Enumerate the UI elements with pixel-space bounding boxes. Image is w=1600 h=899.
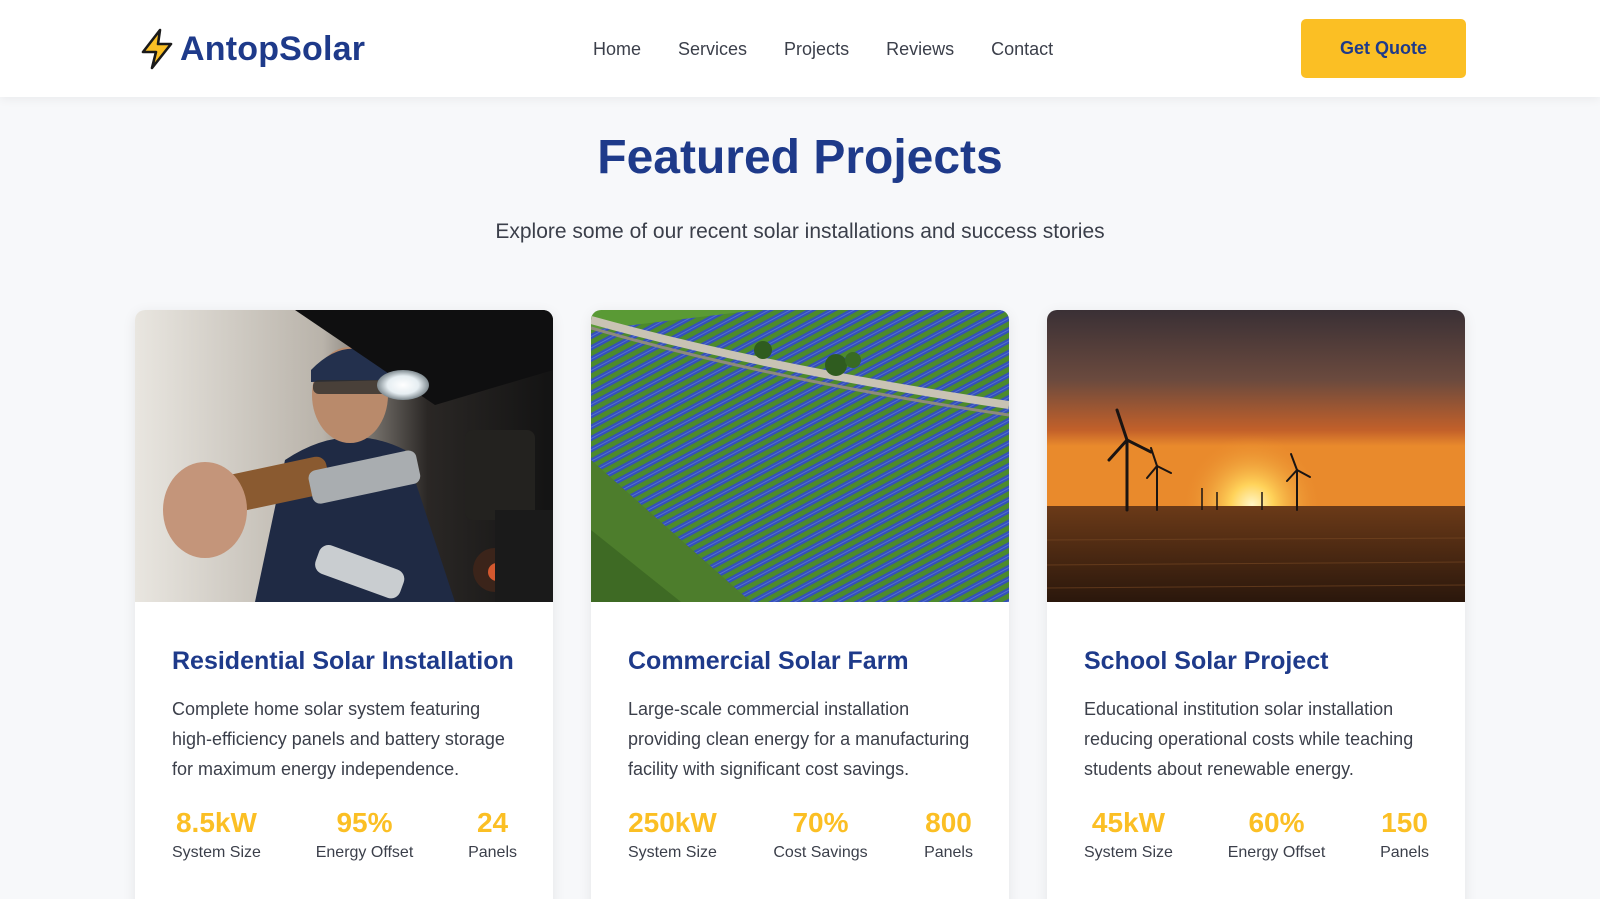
project-card-body: Commercial Solar Farm Large-scale commer… <box>628 640 978 864</box>
project-title: School Solar Project <box>1084 647 1329 675</box>
stat-value: 250kW <box>628 807 717 838</box>
project-image-wind-sunset <box>1047 310 1465 602</box>
stat-label: Energy Offset <box>1227 844 1326 861</box>
main-nav: Home Services Projects Reviews Contact <box>593 36 1053 62</box>
stat-value: 8.5kW <box>175 807 257 838</box>
stat-label: System Size <box>1084 844 1173 861</box>
nav-reviews[interactable]: Reviews <box>886 39 954 60</box>
project-description: Educational institution solar installati… <box>1084 699 1414 779</box>
project-stats: 250kW System Size 70% Cost Savings 800 P… <box>628 806 973 864</box>
stat-label: System Size <box>628 844 717 861</box>
stat-label: Panels <box>468 844 517 861</box>
get-quote-button[interactable]: Get Quote <box>1301 19 1466 78</box>
project-image-solar-farm <box>591 310 1009 602</box>
project-image-technician <box>135 310 553 602</box>
project-card-body: Residential Solar Installation Complete … <box>172 640 522 864</box>
stat-value: 45kW <box>1091 807 1166 838</box>
project-title: Commercial Solar Farm <box>628 647 909 675</box>
stat-value: 24 <box>476 807 509 838</box>
project-card-residential[interactable]: Residential Solar Installation Complete … <box>135 310 553 899</box>
project-description: Large-scale commercial installation prov… <box>628 699 970 779</box>
lightning-bolt-icon <box>141 28 173 70</box>
section-title: Featured Projects <box>597 131 1003 184</box>
stat-label: Cost Savings <box>773 844 868 861</box>
stat-system-size: 45kW System Size <box>1084 806 1173 864</box>
stat-value: 150 <box>1381 807 1428 838</box>
stat-system-size: 8.5kW System Size <box>172 806 261 864</box>
stat-value: 800 <box>925 807 972 838</box>
project-stats: 45kW System Size 60% Energy Offset 150 P… <box>1084 806 1429 864</box>
project-card-body: School Solar Project Educational institu… <box>1084 640 1434 864</box>
stat-cost-savings: 70% Cost Savings <box>773 806 867 864</box>
stat-label: System Size <box>172 844 261 861</box>
stat-value: 95% <box>336 807 393 838</box>
stat-system-size: 250kW System Size <box>628 806 717 864</box>
logo-text: AntopSolar <box>180 29 366 68</box>
project-stats: 8.5kW System Size 95% Energy Offset 24 P… <box>172 806 517 864</box>
stat-label: Panels <box>1380 844 1429 861</box>
nav-services[interactable]: Services <box>678 39 747 60</box>
project-card-commercial[interactable]: Commercial Solar Farm Large-scale commer… <box>591 310 1009 899</box>
stat-value: 60% <box>1248 807 1305 838</box>
nav-home[interactable]: Home <box>593 39 641 60</box>
stat-label: Energy Offset <box>315 844 414 861</box>
logo[interactable]: AntopSolar <box>138 27 365 71</box>
project-description: Complete home solar system featuring hig… <box>172 699 505 779</box>
nav-contact[interactable]: Contact <box>991 39 1053 60</box>
site-header: AntopSolar Home Services Projects Review… <box>0 0 1600 97</box>
stat-energy-offset: 95% Energy Offset <box>316 806 414 864</box>
stat-label: Panels <box>924 844 973 861</box>
stat-panels: 800 Panels <box>924 806 973 864</box>
nav-projects[interactable]: Projects <box>784 39 849 60</box>
stat-energy-offset: 60% Energy Offset <box>1228 806 1326 864</box>
project-title: Residential Solar Installation <box>172 647 514 675</box>
stat-value: 70% <box>792 807 849 838</box>
project-card-school[interactable]: School Solar Project Educational institu… <box>1047 310 1465 899</box>
section-subtitle: Explore some of our recent solar install… <box>495 220 1105 243</box>
stat-panels: 24 Panels <box>468 806 517 864</box>
stat-panels: 150 Panels <box>1380 806 1429 864</box>
